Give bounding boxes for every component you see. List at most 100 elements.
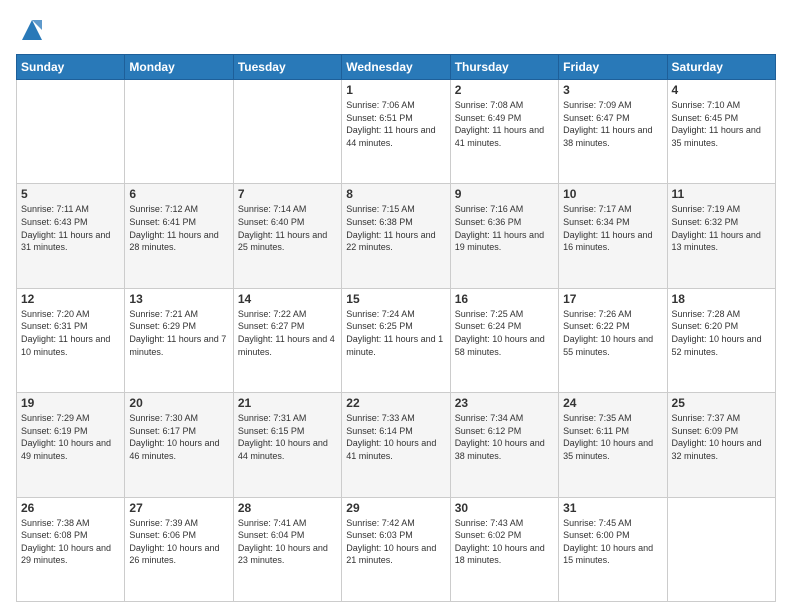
calendar-cell [233, 80, 341, 184]
day-number: 20 [129, 396, 228, 410]
calendar-cell [125, 80, 233, 184]
header [16, 16, 776, 44]
day-info: Sunrise: 7:31 AM Sunset: 6:15 PM Dayligh… [238, 412, 337, 462]
day-info: Sunrise: 7:38 AM Sunset: 6:08 PM Dayligh… [21, 517, 120, 567]
day-number: 15 [346, 292, 445, 306]
weekday-header: Thursday [450, 55, 558, 80]
day-number: 2 [455, 83, 554, 97]
day-number: 24 [563, 396, 662, 410]
day-number: 9 [455, 187, 554, 201]
day-info: Sunrise: 7:41 AM Sunset: 6:04 PM Dayligh… [238, 517, 337, 567]
calendar-cell: 20 Sunrise: 7:30 AM Sunset: 6:17 PM Dayli… [125, 393, 233, 497]
day-number: 17 [563, 292, 662, 306]
calendar-cell: 13 Sunrise: 7:21 AM Sunset: 6:29 PM Dayli… [125, 288, 233, 392]
calendar-cell: 19 Sunrise: 7:29 AM Sunset: 6:19 PM Dayli… [17, 393, 125, 497]
day-number: 16 [455, 292, 554, 306]
weekday-header: Friday [559, 55, 667, 80]
day-info: Sunrise: 7:35 AM Sunset: 6:11 PM Dayligh… [563, 412, 662, 462]
day-info: Sunrise: 7:20 AM Sunset: 6:31 PM Dayligh… [21, 308, 120, 358]
day-info: Sunrise: 7:34 AM Sunset: 6:12 PM Dayligh… [455, 412, 554, 462]
calendar-cell: 22Sunrise: 7:33 AM Sunset: 6:14 PM Dayli… [342, 393, 450, 497]
calendar-cell: 3 Sunrise: 7:09 AM Sunset: 6:47 PM Daylig… [559, 80, 667, 184]
day-number: 28 [238, 501, 337, 515]
calendar-cell: 15 Sunrise: 7:24 AM Sunset: 6:25 PM Dayli… [342, 288, 450, 392]
calendar-cell: 24 Sunrise: 7:35 AM Sunset: 6:11 PM Dayli… [559, 393, 667, 497]
day-number: 4 [672, 83, 771, 97]
calendar-cell: 23 Sunrise: 7:34 AM Sunset: 6:12 PM Dayli… [450, 393, 558, 497]
calendar-cell: 27 Sunrise: 7:39 AM Sunset: 6:06 PM Dayli… [125, 497, 233, 601]
logo [16, 16, 46, 44]
day-number: 7 [238, 187, 337, 201]
calendar-cell: 1Sunrise: 7:06 AM Sunset: 6:51 PM Daylig… [342, 80, 450, 184]
day-number: 23 [455, 396, 554, 410]
calendar-cell: 6 Sunrise: 7:12 AM Sunset: 6:41 PM Daylig… [125, 184, 233, 288]
day-info: Sunrise: 7:22 AM Sunset: 6:27 PM Dayligh… [238, 308, 337, 358]
day-number: 27 [129, 501, 228, 515]
calendar-cell: 2 Sunrise: 7:08 AM Sunset: 6:49 PM Daylig… [450, 80, 558, 184]
day-number: 13 [129, 292, 228, 306]
day-info: Sunrise: 7:37 AM Sunset: 6:09 PM Dayligh… [672, 412, 771, 462]
day-info: Sunrise: 7:24 AM Sunset: 6:25 PM Dayligh… [346, 308, 445, 358]
day-number: 26 [21, 501, 120, 515]
calendar-cell: 18 Sunrise: 7:28 AM Sunset: 6:20 PM Dayli… [667, 288, 775, 392]
day-number: 31 [563, 501, 662, 515]
day-info: Sunrise: 7:21 AM Sunset: 6:29 PM Dayligh… [129, 308, 228, 358]
day-info: Sunrise: 7:11 AM Sunset: 6:43 PM Dayligh… [21, 203, 120, 253]
day-info: Sunrise: 7:08 AM Sunset: 6:49 PM Dayligh… [455, 99, 554, 149]
day-number: 10 [563, 187, 662, 201]
calendar-cell: 30 Sunrise: 7:43 AM Sunset: 6:02 PM Dayli… [450, 497, 558, 601]
day-info: Sunrise: 7:25 AM Sunset: 6:24 PM Dayligh… [455, 308, 554, 358]
calendar-cell [667, 497, 775, 601]
day-number: 18 [672, 292, 771, 306]
day-info: Sunrise: 7:06 AM Sunset: 6:51 PM Dayligh… [346, 99, 445, 149]
day-number: 19 [21, 396, 120, 410]
day-info: Sunrise: 7:12 AM Sunset: 6:41 PM Dayligh… [129, 203, 228, 253]
day-number: 21 [238, 396, 337, 410]
calendar-cell: 14 Sunrise: 7:22 AM Sunset: 6:27 PM Dayli… [233, 288, 341, 392]
day-number: 30 [455, 501, 554, 515]
calendar-cell: 7 Sunrise: 7:14 AM Sunset: 6:40 PM Daylig… [233, 184, 341, 288]
day-info: Sunrise: 7:45 AM Sunset: 6:00 PM Dayligh… [563, 517, 662, 567]
weekday-header: Wednesday [342, 55, 450, 80]
day-info: Sunrise: 7:10 AM Sunset: 6:45 PM Dayligh… [672, 99, 771, 149]
day-number: 14 [238, 292, 337, 306]
day-info: Sunrise: 7:14 AM Sunset: 6:40 PM Dayligh… [238, 203, 337, 253]
calendar-cell: 16 Sunrise: 7:25 AM Sunset: 6:24 PM Dayli… [450, 288, 558, 392]
weekday-header: Saturday [667, 55, 775, 80]
logo-icon [18, 16, 46, 44]
day-info: Sunrise: 7:17 AM Sunset: 6:34 PM Dayligh… [563, 203, 662, 253]
calendar-cell: 12 Sunrise: 7:20 AM Sunset: 6:31 PM Dayli… [17, 288, 125, 392]
day-number: 29 [346, 501, 445, 515]
day-info: Sunrise: 7:43 AM Sunset: 6:02 PM Dayligh… [455, 517, 554, 567]
weekday-header: Monday [125, 55, 233, 80]
calendar-cell: 25 Sunrise: 7:37 AM Sunset: 6:09 PM Dayli… [667, 393, 775, 497]
calendar-cell: 28 Sunrise: 7:41 AM Sunset: 6:04 PM Dayli… [233, 497, 341, 601]
page: SundayMondayTuesdayWednesdayThursdayFrid… [0, 0, 792, 612]
weekday-header: Tuesday [233, 55, 341, 80]
calendar-cell [17, 80, 125, 184]
calendar-cell: 26 Sunrise: 7:38 AM Sunset: 6:08 PM Dayli… [17, 497, 125, 601]
calendar-cell: 17Sunrise: 7:26 AM Sunset: 6:22 PM Dayli… [559, 288, 667, 392]
day-number: 25 [672, 396, 771, 410]
calendar-cell: 4 Sunrise: 7:10 AM Sunset: 6:45 PM Daylig… [667, 80, 775, 184]
weekday-header: Sunday [17, 55, 125, 80]
calendar-cell: 10 Sunrise: 7:17 AM Sunset: 6:34 PM Dayli… [559, 184, 667, 288]
day-number: 6 [129, 187, 228, 201]
day-info: Sunrise: 7:28 AM Sunset: 6:20 PM Dayligh… [672, 308, 771, 358]
day-number: 11 [672, 187, 771, 201]
day-number: 12 [21, 292, 120, 306]
day-info: Sunrise: 7:09 AM Sunset: 6:47 PM Dayligh… [563, 99, 662, 149]
day-info: Sunrise: 7:33 AM Sunset: 6:14 PM Dayligh… [346, 412, 445, 462]
day-info: Sunrise: 7:42 AM Sunset: 6:03 PM Dayligh… [346, 517, 445, 567]
calendar-cell: 8Sunrise: 7:15 AM Sunset: 6:38 PM Daylig… [342, 184, 450, 288]
day-number: 3 [563, 83, 662, 97]
day-info: Sunrise: 7:29 AM Sunset: 6:19 PM Dayligh… [21, 412, 120, 462]
calendar-cell: 21 Sunrise: 7:31 AM Sunset: 6:15 PM Dayli… [233, 393, 341, 497]
day-info: Sunrise: 7:16 AM Sunset: 6:36 PM Dayligh… [455, 203, 554, 253]
day-info: Sunrise: 7:30 AM Sunset: 6:17 PM Dayligh… [129, 412, 228, 462]
calendar-cell: 9 Sunrise: 7:16 AM Sunset: 6:36 PM Daylig… [450, 184, 558, 288]
calendar-cell: 29 Sunrise: 7:42 AM Sunset: 6:03 PM Dayli… [342, 497, 450, 601]
day-number: 8 [346, 187, 445, 201]
day-info: Sunrise: 7:39 AM Sunset: 6:06 PM Dayligh… [129, 517, 228, 567]
calendar-cell: 5Sunrise: 7:11 AM Sunset: 6:43 PM Daylig… [17, 184, 125, 288]
